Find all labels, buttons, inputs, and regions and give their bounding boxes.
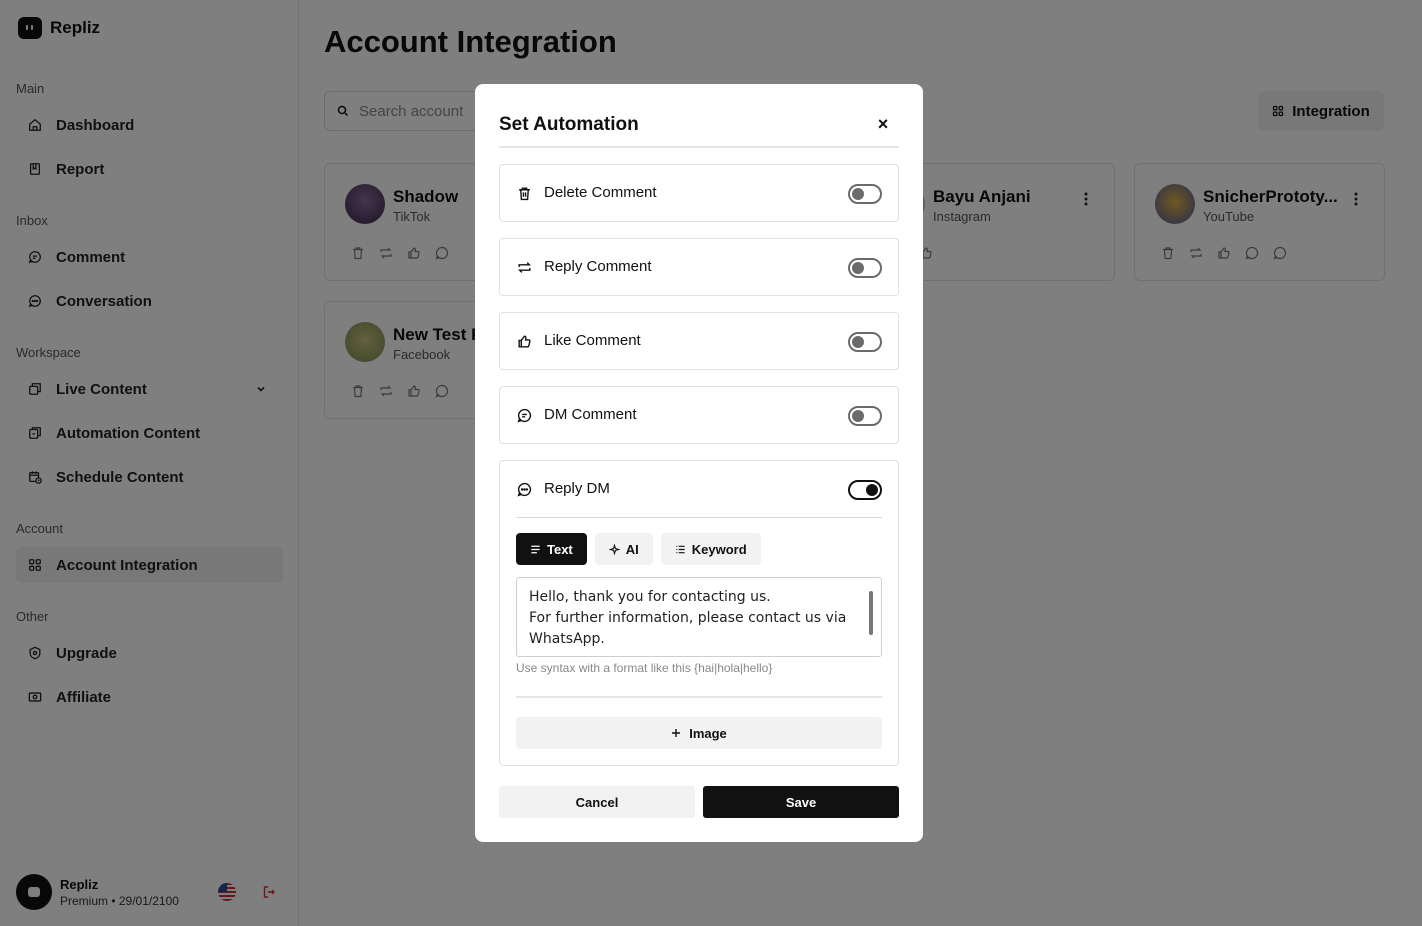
divider (516, 696, 882, 698)
tab-label: Keyword (691, 541, 747, 557)
option-like-comment: Like Comment (499, 312, 899, 370)
option-label: Reply Comment (544, 258, 652, 275)
tab-keyword[interactable]: Keyword (660, 533, 761, 565)
tab-label: Text (547, 541, 573, 557)
option-delete-comment: Delete Comment (499, 164, 899, 222)
delete-comment-toggle[interactable] (848, 184, 882, 204)
sparkle-icon (608, 543, 620, 555)
tab-label: AI (625, 541, 639, 557)
option-dm-comment: DM Comment (499, 386, 899, 444)
add-image-button[interactable]: Image (516, 717, 882, 749)
dm-comment-toggle[interactable] (848, 406, 882, 426)
reply-mode-tabs: Text AI Keyword (516, 533, 761, 565)
list-icon (676, 545, 685, 553)
textarea-scrollbar[interactable] (867, 579, 875, 653)
divider (516, 517, 882, 518)
set-automation-dialog: Set Automation × Delete Comment Reply Co… (475, 84, 923, 842)
tab-ai[interactable]: AI (594, 533, 653, 565)
dialog-title: Set Automation (499, 114, 639, 135)
reply-message-textarea[interactable]: Hello, thank you for contacting us. For … (516, 577, 882, 657)
repeat-icon (517, 262, 532, 273)
option-label: Like Comment (544, 332, 641, 349)
chat-icon (517, 482, 532, 497)
option-reply-dm: Reply DM Text AI Keyword Hello, thank yo… (499, 460, 899, 766)
plus-icon (672, 729, 681, 737)
divider (499, 146, 899, 148)
reply-dm-toggle[interactable] (848, 480, 882, 500)
tab-text[interactable]: Text (516, 533, 587, 565)
option-label: Reply DM (544, 480, 610, 497)
save-button[interactable]: Save (703, 786, 899, 818)
like-comment-toggle[interactable] (848, 332, 882, 352)
comment-icon (517, 408, 532, 423)
thumbs-up-icon (518, 335, 531, 348)
cancel-button[interactable]: Cancel (499, 786, 695, 818)
close-icon[interactable]: × (875, 115, 891, 133)
option-label: DM Comment (544, 406, 637, 423)
align-left-icon (531, 545, 540, 553)
option-label: Delete Comment (544, 184, 657, 201)
reply-comment-toggle[interactable] (848, 258, 882, 278)
option-reply-comment: Reply Comment (499, 238, 899, 296)
syntax-hint: Use syntax with a format like this {hai|… (516, 661, 773, 675)
trash-icon (519, 187, 530, 201)
add-image-label: Image (689, 725, 727, 741)
